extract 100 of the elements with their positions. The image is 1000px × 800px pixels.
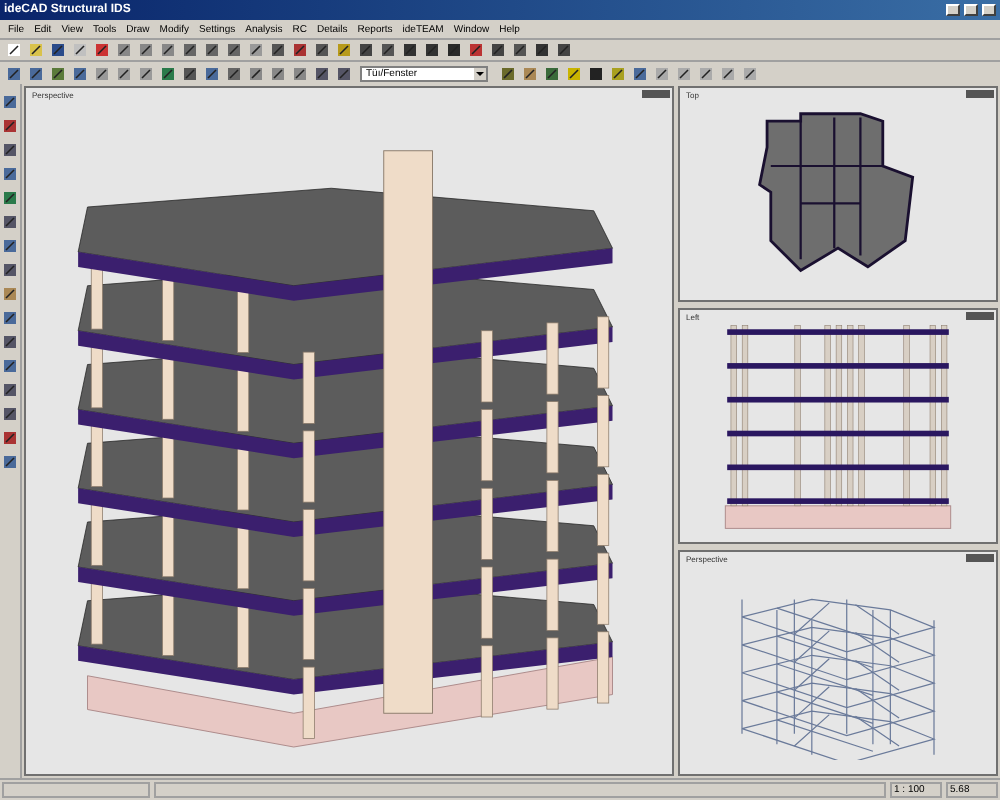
tool-icon <box>138 42 154 58</box>
tool-button[interactable] <box>0 356 20 376</box>
tool-button[interactable] <box>0 308 20 328</box>
tool-icon <box>2 358 18 374</box>
tool-button[interactable] <box>608 63 628 83</box>
tool-icon <box>336 65 352 81</box>
tool-icon <box>402 42 418 58</box>
tool-button[interactable] <box>520 63 540 83</box>
tool-icon <box>292 42 308 58</box>
tool-button[interactable] <box>444 40 464 60</box>
tool-button[interactable] <box>202 40 222 60</box>
tool-icon <box>248 42 264 58</box>
tool-button[interactable] <box>136 40 156 60</box>
tool-icon <box>2 454 18 470</box>
tool-button[interactable] <box>0 380 20 400</box>
tool-icon <box>490 42 506 58</box>
tool-button[interactable] <box>0 164 20 184</box>
tool-icon <box>676 65 692 81</box>
tool-button[interactable] <box>0 92 20 112</box>
maximize-button[interactable] <box>964 4 978 16</box>
tool-icon <box>2 238 18 254</box>
minimize-button[interactable] <box>946 4 960 16</box>
tool-button[interactable] <box>246 63 266 83</box>
tool-button[interactable] <box>0 452 20 472</box>
tool-icon <box>2 406 18 422</box>
tool-button[interactable] <box>554 40 574 60</box>
tool-icon <box>512 42 528 58</box>
tool-button[interactable] <box>114 63 134 83</box>
tool-button[interactable] <box>290 40 310 60</box>
tool-icon <box>6 42 22 58</box>
tool-button[interactable] <box>0 188 20 208</box>
tool-button[interactable] <box>0 212 20 232</box>
tool-button[interactable] <box>0 236 20 256</box>
tool-button[interactable] <box>48 40 68 60</box>
tool-button[interactable] <box>0 284 20 304</box>
tool-button[interactable] <box>400 40 420 60</box>
tool-button[interactable] <box>630 63 650 83</box>
tool-button[interactable] <box>180 40 200 60</box>
tool-button[interactable] <box>542 63 562 83</box>
tool-icon <box>2 286 18 302</box>
tool-icon <box>226 42 242 58</box>
tool-icon <box>468 42 484 58</box>
tool-icon <box>116 42 132 58</box>
tool-button[interactable] <box>92 40 112 60</box>
tool-button[interactable] <box>224 63 244 83</box>
tool-icon <box>182 65 198 81</box>
tool-button[interactable] <box>246 40 266 60</box>
tool-button[interactable] <box>202 63 222 83</box>
close-button[interactable] <box>982 4 996 16</box>
tool-button[interactable] <box>0 140 20 160</box>
tool-button[interactable] <box>158 63 178 83</box>
tool-icon <box>116 65 132 81</box>
tool-button[interactable] <box>312 40 332 60</box>
tool-button[interactable] <box>466 40 486 60</box>
tool-button[interactable] <box>136 63 156 83</box>
tool-icon <box>6 65 22 81</box>
tool-button[interactable] <box>224 40 244 60</box>
tool-button[interactable] <box>510 40 530 60</box>
tool-icon <box>270 65 286 81</box>
tool-button[interactable] <box>26 63 46 83</box>
tool-button[interactable] <box>378 40 398 60</box>
tool-button[interactable] <box>334 40 354 60</box>
tool-icon <box>2 430 18 446</box>
tool-icon <box>610 65 626 81</box>
tool-button[interactable] <box>312 63 332 83</box>
tool-button[interactable] <box>92 63 112 83</box>
tool-button[interactable] <box>498 63 518 83</box>
caret-icon <box>474 67 486 79</box>
tool-button[interactable] <box>70 63 90 83</box>
tool-icon <box>50 65 66 81</box>
tool-icon <box>94 42 110 58</box>
tool-button[interactable] <box>4 63 24 83</box>
tool-button[interactable] <box>268 63 288 83</box>
tool-icon <box>94 65 110 81</box>
tool-button[interactable] <box>0 260 20 280</box>
tool-button[interactable] <box>0 404 20 424</box>
tool-icon <box>314 42 330 58</box>
tool-button[interactable] <box>488 40 508 60</box>
tool-button[interactable] <box>180 63 200 83</box>
tool-icon <box>204 42 220 58</box>
tool-button[interactable] <box>114 40 134 60</box>
tool-icon <box>446 42 462 58</box>
tool-button[interactable] <box>290 63 310 83</box>
tool-button[interactable] <box>0 428 20 448</box>
tool-button[interactable] <box>532 40 552 60</box>
tool-button[interactable] <box>158 40 178 60</box>
tool-icon <box>292 65 308 81</box>
tool-button[interactable] <box>0 332 20 352</box>
tool-button[interactable] <box>268 40 288 60</box>
tool-icon <box>544 65 560 81</box>
tool-icon <box>2 142 18 158</box>
tool-icon <box>226 65 242 81</box>
tool-button[interactable] <box>0 116 20 136</box>
tool-button[interactable] <box>334 63 354 83</box>
tool-button[interactable] <box>422 40 442 60</box>
tool-button[interactable] <box>586 63 606 83</box>
tool-button[interactable] <box>356 40 376 60</box>
tool-icon <box>358 42 374 58</box>
tool-button[interactable] <box>48 63 68 83</box>
tool-icon <box>72 65 88 81</box>
